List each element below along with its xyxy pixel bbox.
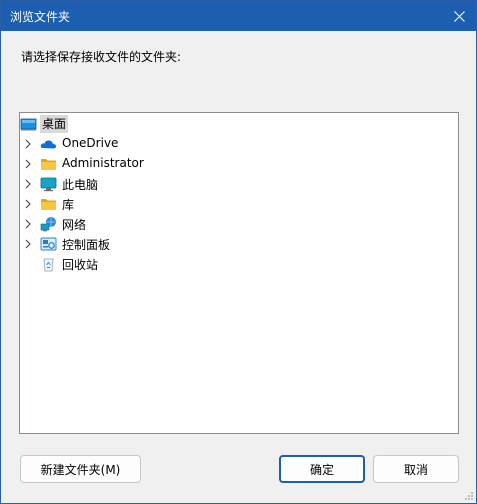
- chevron-right-icon[interactable]: [24, 239, 32, 249]
- browse-folder-dialog: 浏览文件夹 请选择保存接收文件的文件夹: 桌面 OneDrive Adminis…: [0, 0, 477, 504]
- resize-grip-icon[interactable]: [464, 491, 474, 501]
- folder-icon: [41, 199, 56, 210]
- tree-item-control-panel[interactable]: 控制面板: [20, 234, 458, 254]
- chevron-right-icon[interactable]: [24, 219, 32, 229]
- chevron-right-icon[interactable]: [24, 199, 32, 209]
- tree-item-libraries[interactable]: 库: [20, 194, 458, 214]
- network-icon: [40, 217, 56, 232]
- dialog-title: 浏览文件夹: [10, 10, 71, 24]
- cancel-button[interactable]: 取消: [373, 455, 459, 483]
- computer-icon: [40, 177, 57, 192]
- folder-tree[interactable]: 桌面 OneDrive Administrator 此电脑 库 网络 控制面板 …: [19, 112, 459, 434]
- control-panel-icon: [40, 237, 57, 251]
- tree-item-network[interactable]: 网络: [20, 214, 458, 234]
- new-folder-button[interactable]: 新建文件夹(M): [20, 455, 141, 483]
- tree-item-label: Administrator: [62, 156, 144, 170]
- tree-item-onedrive[interactable]: OneDrive: [20, 134, 458, 154]
- cloud-icon: [40, 140, 57, 149]
- chevron-right-icon[interactable]: [24, 179, 32, 189]
- folder-icon: [41, 159, 56, 170]
- tree-item-this-pc[interactable]: 此电脑: [20, 174, 458, 194]
- chevron-right-icon[interactable]: [24, 159, 32, 169]
- title-bar: 浏览文件夹: [1, 1, 476, 31]
- ok-button[interactable]: 确定: [279, 455, 365, 483]
- tree-item-label: 桌面: [40, 115, 69, 133]
- close-button[interactable]: [442, 1, 476, 31]
- tree-item-label: 控制面板: [62, 238, 111, 252]
- tree-item-recycle-bin[interactable]: 回收站: [20, 254, 458, 274]
- recycle-bin-icon: [43, 258, 54, 272]
- tree-item-label: OneDrive: [62, 136, 119, 150]
- tree-item-label: 此电脑: [62, 178, 99, 192]
- desktop-icon: [20, 118, 37, 131]
- tree-item-administrator[interactable]: Administrator: [20, 154, 458, 174]
- tree-item-label: 库: [62, 198, 75, 212]
- close-icon: [453, 10, 465, 22]
- tree-item-label: 网络: [62, 218, 87, 232]
- chevron-right-icon[interactable]: [24, 139, 32, 149]
- tree-item-desktop[interactable]: 桌面: [20, 114, 458, 134]
- tree-item-label: 回收站: [62, 258, 99, 272]
- instruction-text: 请选择保存接收文件的文件夹:: [21, 50, 182, 64]
